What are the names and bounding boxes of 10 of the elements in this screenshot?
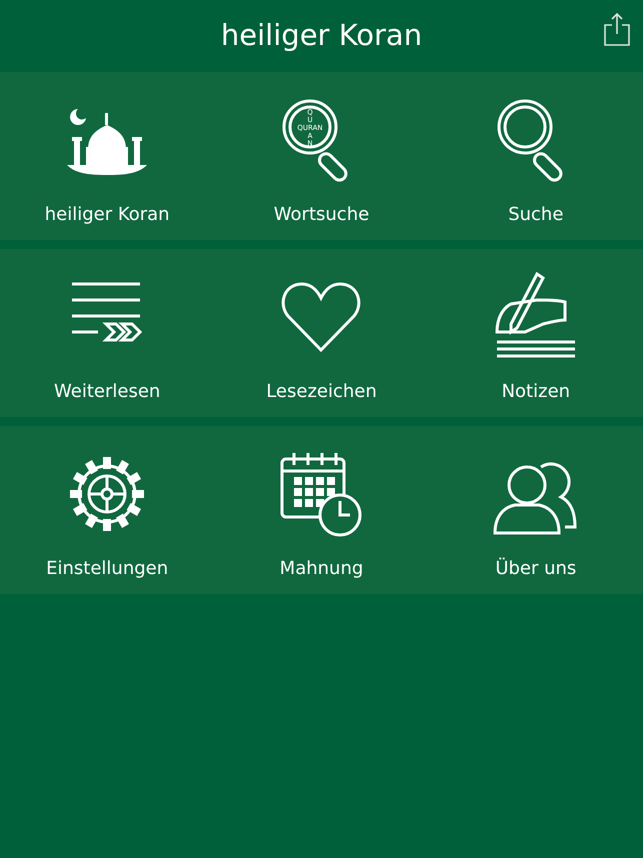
menu-tile[interactable]: Lesezeichen bbox=[214, 249, 429, 417]
menu-tile[interactable]: Weiterlesen bbox=[0, 249, 214, 417]
menu-tile[interactable]: Suche bbox=[428, 72, 643, 240]
app-title: heiliger Koran bbox=[220, 17, 422, 54]
menu-tile[interactable]: Über uns bbox=[428, 426, 643, 594]
share-icon[interactable] bbox=[603, 12, 631, 46]
menu-tile[interactable]: Einstellungen bbox=[0, 426, 214, 594]
menu-tile[interactable]: Notizen bbox=[428, 249, 643, 417]
menu-tile[interactable]: Mahnung bbox=[214, 426, 429, 594]
menu-tile[interactable]: heiliger Koran bbox=[0, 72, 214, 240]
